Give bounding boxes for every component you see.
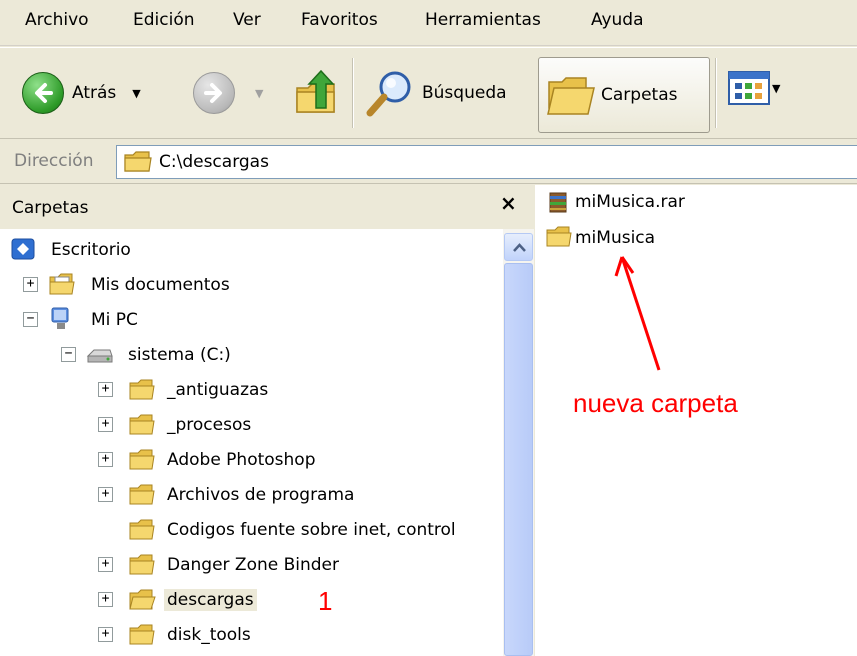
folders-label: Carpetas: [601, 85, 678, 105]
back-dropdown-icon[interactable]: ▼: [132, 87, 140, 100]
views-button[interactable]: ▼: [728, 71, 780, 105]
close-icon[interactable]: ×: [500, 191, 517, 215]
tree-item-label: Mi PC: [91, 310, 138, 330]
files-pane: miMusica.rar miMusica nueva carpeta: [535, 185, 857, 656]
menu-archivo[interactable]: Archivo: [25, 10, 89, 30]
tree-item-codigos-fuente[interactable]: Codigos fuente sobre inet, control: [0, 515, 503, 545]
toolbar: Atrás ▼ ▼ Búsqueda Carpetas ▼: [0, 47, 857, 139]
tree-item-label: Codigos fuente sobre inet, control: [167, 520, 456, 540]
tree-item-label: Mis documentos: [91, 275, 230, 295]
expand-icon[interactable]: +: [98, 627, 113, 642]
expand-icon[interactable]: +: [98, 487, 113, 502]
expand-icon[interactable]: +: [98, 592, 113, 607]
search-label: Búsqueda: [422, 83, 507, 103]
menu-herramientas[interactable]: Herramientas: [425, 10, 541, 30]
up-folder-icon: [296, 69, 335, 113]
address-field[interactable]: C:\descargas: [116, 145, 857, 179]
back-button[interactable]: Atrás ▼: [22, 72, 141, 114]
menu-ayuda[interactable]: Ayuda: [591, 10, 644, 30]
address-value[interactable]: C:\descargas: [159, 152, 269, 172]
annotation-arrow: [614, 256, 661, 371]
forward-button[interactable]: ▼: [193, 72, 263, 114]
forward-arrow-icon: [193, 72, 235, 114]
rar-archive-icon: [549, 192, 567, 213]
scroll-up-button[interactable]: [504, 233, 533, 261]
folders-button[interactable]: Carpetas: [538, 57, 710, 133]
chevron-up-icon: [513, 243, 526, 252]
tree-item-label: disk_tools: [167, 625, 251, 645]
tree-item-mis-documentos[interactable]: + Mis documentos: [0, 270, 500, 300]
folders-pane-header: Carpetas ×: [0, 185, 534, 229]
computer-icon: [51, 307, 69, 329]
folder-icon: [129, 414, 155, 435]
collapse-icon[interactable]: −: [61, 347, 76, 362]
views-dropdown-icon[interactable]: ▼: [772, 82, 780, 95]
menu-bar: Archivo Edición Ver Favoritos Herramient…: [0, 0, 857, 46]
expand-icon[interactable]: +: [23, 277, 38, 292]
up-folder-button[interactable]: [294, 68, 340, 116]
tree-item-label: sistema (C:): [128, 345, 231, 365]
tree-item-adobe-photoshop[interactable]: + Adobe Photoshop: [0, 445, 500, 475]
search-button[interactable]: Búsqueda: [364, 68, 507, 118]
folder-icon: [129, 484, 155, 505]
expand-icon[interactable]: +: [98, 417, 113, 432]
folders-pane: Carpetas × Escritorio + Mis documentos −: [0, 185, 534, 656]
expand-icon[interactable]: +: [98, 382, 113, 397]
step-number-annotation: 1: [318, 586, 333, 616]
tree-item-archivos-de-programa[interactable]: + Archivos de programa: [0, 480, 500, 510]
menu-ver[interactable]: Ver: [233, 10, 261, 30]
tree-item-label: Archivos de programa: [167, 485, 355, 505]
tree-item-sistema-c[interactable]: − sistema (C:): [0, 340, 500, 370]
folder-icon: [129, 519, 155, 540]
address-bar: Dirección C:\descargas: [0, 140, 857, 184]
folder-icon: [546, 226, 572, 247]
tree-item-escritorio[interactable]: Escritorio: [0, 235, 500, 265]
file-item-mimusica-rar[interactable]: miMusica.rar: [547, 190, 685, 214]
folder-icon: [129, 624, 155, 645]
folder-icon: [129, 379, 155, 400]
open-folder-icon: [129, 589, 156, 610]
scroll-thumb[interactable]: [504, 263, 533, 656]
tree-item-label: Escritorio: [51, 240, 131, 260]
address-label: Dirección: [14, 151, 94, 171]
back-label: Atrás: [72, 83, 117, 103]
expand-icon[interactable]: +: [98, 452, 113, 467]
desktop-icon: [11, 238, 35, 260]
tree-item-label: Danger Zone Binder: [167, 555, 340, 575]
tree-item-descargas[interactable]: + descargas: [0, 585, 500, 615]
folder-tree: Escritorio + Mis documentos − Mi PC − si…: [0, 229, 503, 656]
folder-icon: [129, 554, 155, 575]
tree-item-antiguazas[interactable]: + _antiguazas: [0, 375, 500, 405]
views-icon: [728, 71, 770, 105]
menu-favoritos[interactable]: Favoritos: [301, 10, 378, 30]
toolbar-separator: [715, 58, 717, 128]
folders-pane-title: Carpetas: [12, 198, 89, 218]
tree-item-mi-pc[interactable]: − Mi PC: [0, 305, 500, 335]
menu-edicion[interactable]: Edición: [133, 10, 195, 30]
tree-item-disk-tools[interactable]: + disk_tools: [0, 620, 500, 650]
back-arrow-icon: [22, 72, 64, 114]
tree-item-label: _procesos: [167, 415, 252, 435]
tree-item-label: _antiguazas: [167, 380, 269, 400]
file-name: miMusica.rar: [575, 192, 685, 212]
tree-item-danger-zone-binder[interactable]: + Danger Zone Binder: [0, 550, 500, 580]
forward-dropdown-icon[interactable]: ▼: [255, 87, 263, 100]
folder-icon: [124, 151, 152, 172]
tree-item-procesos[interactable]: + _procesos: [0, 410, 500, 440]
tree-item-label: descargas: [164, 589, 257, 611]
folder-icon: [129, 449, 155, 470]
tree-item-label: Adobe Photoshop: [167, 450, 316, 470]
vertical-scrollbar[interactable]: [503, 229, 534, 656]
expand-icon[interactable]: +: [98, 557, 113, 572]
new-folder-annotation: nueva carpeta: [573, 388, 738, 418]
documents-folder-icon: [49, 273, 75, 295]
search-icon: [366, 71, 411, 117]
collapse-icon[interactable]: −: [23, 312, 38, 327]
folders-icon: [547, 77, 595, 115]
hard-drive-icon: [86, 349, 113, 363]
toolbar-separator: [352, 58, 354, 128]
